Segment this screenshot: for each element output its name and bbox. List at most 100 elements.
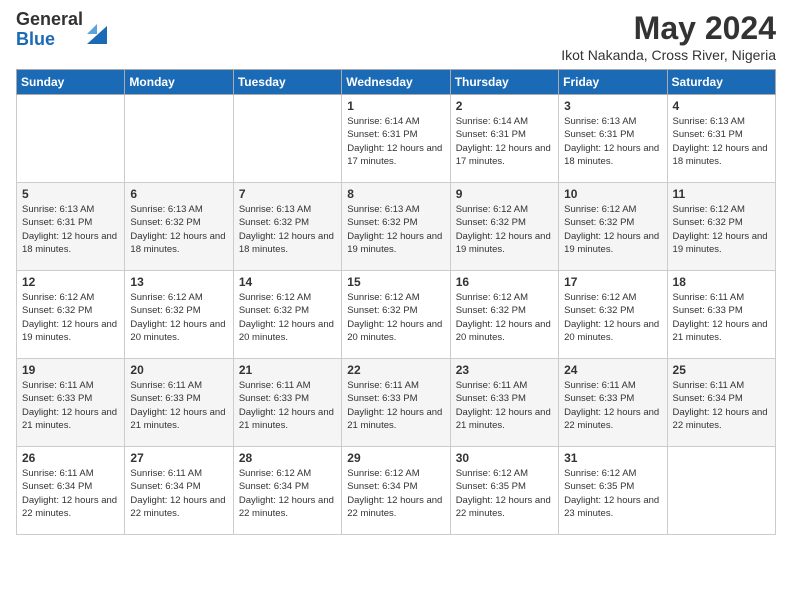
calendar-week-row: 26Sunrise: 6:11 AM Sunset: 6:34 PM Dayli… (17, 447, 776, 535)
table-row: 23 Sunrise: 6:11 AM Sunset: 6:33 PM Dayli… (450, 359, 558, 447)
table-row: 20Sunrise: 6:11 AM Sunset: 6:33 PM Dayli… (125, 359, 233, 447)
table-row: 6Sunrise: 6:13 AM Sunset: 6:32 PM Daylig… (125, 183, 233, 271)
day-number: 15 (347, 275, 444, 289)
table-row: 8 Sunrise: 6:13 AM Sunset: 6:32 PM Daylig… (342, 183, 450, 271)
header: General Blue May 2024 Ikot Nakanda, Cros… (16, 10, 776, 63)
day-number: 7 (239, 187, 336, 201)
logo: General Blue (16, 10, 107, 50)
day-info: Sunrise: 6:11 AM Sunset: 6:34 PM Dayligh… (130, 467, 227, 520)
day-number: 30 (456, 451, 553, 465)
day-number: 16 (456, 275, 553, 289)
table-row (233, 95, 341, 183)
table-row: 11 Sunrise: 6:12 AM Sunset: 6:32 PM Dayli… (667, 183, 775, 271)
day-info: Sunrise: 6:13 AM Sunset: 6:31 PM Dayligh… (673, 115, 770, 168)
col-wednesday: Wednesday (342, 70, 450, 95)
day-info: Sunrise: 6:11 AM Sunset: 6:34 PM Dayligh… (22, 467, 119, 520)
calendar: Sunday Monday Tuesday Wednesday Thursday… (16, 69, 776, 535)
day-info: Sunrise: 6:11 AM Sunset: 6:33 PM Dayligh… (130, 379, 227, 432)
day-info: Sunrise: 6:12 AM Sunset: 6:32 PM Dayligh… (456, 203, 553, 256)
logo-text: General Blue (16, 10, 83, 50)
table-row (667, 447, 775, 535)
day-number: 24 (564, 363, 661, 377)
day-info: Sunrise: 6:13 AM Sunset: 6:31 PM Dayligh… (564, 115, 661, 168)
day-number: 23 (456, 363, 553, 377)
day-info: Sunrise: 6:12 AM Sunset: 6:35 PM Dayligh… (564, 467, 661, 520)
day-info: Sunrise: 6:12 AM Sunset: 6:32 PM Dayligh… (347, 291, 444, 344)
table-row: 22 Sunrise: 6:11 AM Sunset: 6:33 PM Dayli… (342, 359, 450, 447)
day-number: 17 (564, 275, 661, 289)
calendar-week-row: 19 Sunrise: 6:11 AM Sunset: 6:33 PM Dayli… (17, 359, 776, 447)
table-row: 5Sunrise: 6:13 AM Sunset: 6:31 PM Daylig… (17, 183, 125, 271)
day-number: 8 (347, 187, 444, 201)
day-number: 21 (239, 363, 336, 377)
logo-blue: Blue (16, 30, 83, 50)
day-info: Sunrise: 6:12 AM Sunset: 6:34 PM Dayligh… (239, 467, 336, 520)
day-info: Sunrise: 6:13 AM Sunset: 6:32 PM Dayligh… (347, 203, 444, 256)
day-number: 4 (673, 99, 770, 113)
day-number: 19 (22, 363, 119, 377)
table-row: 21Sunrise: 6:11 AM Sunset: 6:33 PM Dayli… (233, 359, 341, 447)
day-number: 29 (347, 451, 444, 465)
table-row: 4 Sunrise: 6:13 AM Sunset: 6:31 PM Daylig… (667, 95, 775, 183)
day-number: 10 (564, 187, 661, 201)
table-row (125, 95, 233, 183)
day-info: Sunrise: 6:12 AM Sunset: 6:32 PM Dayligh… (564, 291, 661, 344)
day-info: Sunrise: 6:11 AM Sunset: 6:33 PM Dayligh… (22, 379, 119, 432)
calendar-week-row: 12 Sunrise: 6:12 AM Sunset: 6:32 PM Dayli… (17, 271, 776, 359)
table-row: 30Sunrise: 6:12 AM Sunset: 6:35 PM Dayli… (450, 447, 558, 535)
table-row: 3 Sunrise: 6:13 AM Sunset: 6:31 PM Daylig… (559, 95, 667, 183)
day-number: 18 (673, 275, 770, 289)
table-row: 24 Sunrise: 6:11 AM Sunset: 6:33 PM Dayli… (559, 359, 667, 447)
day-info: Sunrise: 6:12 AM Sunset: 6:32 PM Dayligh… (130, 291, 227, 344)
table-row: 18 Sunrise: 6:11 AM Sunset: 6:33 PM Dayli… (667, 271, 775, 359)
day-info: Sunrise: 6:11 AM Sunset: 6:33 PM Dayligh… (347, 379, 444, 432)
table-row: 1 Sunrise: 6:14 AM Sunset: 6:31 PM Daylig… (342, 95, 450, 183)
day-number: 14 (239, 275, 336, 289)
day-info: Sunrise: 6:12 AM Sunset: 6:34 PM Dayligh… (347, 467, 444, 520)
calendar-week-row: 5Sunrise: 6:13 AM Sunset: 6:31 PM Daylig… (17, 183, 776, 271)
table-row: 10 Sunrise: 6:12 AM Sunset: 6:32 PM Dayli… (559, 183, 667, 271)
table-row: 12Sunrise: 6:12 AM Sunset: 6:32 PM Dayli… (17, 271, 125, 359)
logo-general: General (16, 10, 83, 30)
day-number: 12 (22, 275, 119, 289)
day-number: 5 (22, 187, 119, 201)
day-number: 1 (347, 99, 444, 113)
day-number: 25 (673, 363, 770, 377)
col-monday: Monday (125, 70, 233, 95)
col-friday: Friday (559, 70, 667, 95)
col-saturday: Saturday (667, 70, 775, 95)
location-title: Ikot Nakanda, Cross River, Nigeria (561, 47, 776, 63)
table-row: 29 Sunrise: 6:12 AM Sunset: 6:34 PM Dayli… (342, 447, 450, 535)
col-tuesday: Tuesday (233, 70, 341, 95)
table-row: 16 Sunrise: 6:12 AM Sunset: 6:32 PM Dayli… (450, 271, 558, 359)
day-number: 27 (130, 451, 227, 465)
day-number: 9 (456, 187, 553, 201)
day-info: Sunrise: 6:14 AM Sunset: 6:31 PM Dayligh… (456, 115, 553, 168)
table-row: 15 Sunrise: 6:12 AM Sunset: 6:32 PM Dayli… (342, 271, 450, 359)
table-row: 9 Sunrise: 6:12 AM Sunset: 6:32 PM Daylig… (450, 183, 558, 271)
col-thursday: Thursday (450, 70, 558, 95)
table-row: 19 Sunrise: 6:11 AM Sunset: 6:33 PM Dayli… (17, 359, 125, 447)
day-info: Sunrise: 6:12 AM Sunset: 6:32 PM Dayligh… (456, 291, 553, 344)
day-number: 22 (347, 363, 444, 377)
day-info: Sunrise: 6:12 AM Sunset: 6:32 PM Dayligh… (673, 203, 770, 256)
title-block: May 2024 Ikot Nakanda, Cross River, Nige… (561, 10, 776, 63)
table-row: 14 Sunrise: 6:12 AM Sunset: 6:32 PM Dayli… (233, 271, 341, 359)
day-number: 13 (130, 275, 227, 289)
day-info: Sunrise: 6:12 AM Sunset: 6:32 PM Dayligh… (564, 203, 661, 256)
day-info: Sunrise: 6:11 AM Sunset: 6:33 PM Dayligh… (673, 291, 770, 344)
table-row: 2 Sunrise: 6:14 AM Sunset: 6:31 PM Daylig… (450, 95, 558, 183)
calendar-week-row: 1 Sunrise: 6:14 AM Sunset: 6:31 PM Daylig… (17, 95, 776, 183)
day-number: 6 (130, 187, 227, 201)
day-info: Sunrise: 6:11 AM Sunset: 6:33 PM Dayligh… (564, 379, 661, 432)
col-sunday: Sunday (17, 70, 125, 95)
day-info: Sunrise: 6:12 AM Sunset: 6:32 PM Dayligh… (239, 291, 336, 344)
month-title: May 2024 (561, 10, 776, 47)
day-number: 3 (564, 99, 661, 113)
table-row: 13 Sunrise: 6:12 AM Sunset: 6:32 PM Dayli… (125, 271, 233, 359)
day-number: 11 (673, 187, 770, 201)
day-info: Sunrise: 6:11 AM Sunset: 6:33 PM Dayligh… (456, 379, 553, 432)
day-info: Sunrise: 6:14 AM Sunset: 6:31 PM Dayligh… (347, 115, 444, 168)
day-number: 2 (456, 99, 553, 113)
table-row: 26Sunrise: 6:11 AM Sunset: 6:34 PM Dayli… (17, 447, 125, 535)
